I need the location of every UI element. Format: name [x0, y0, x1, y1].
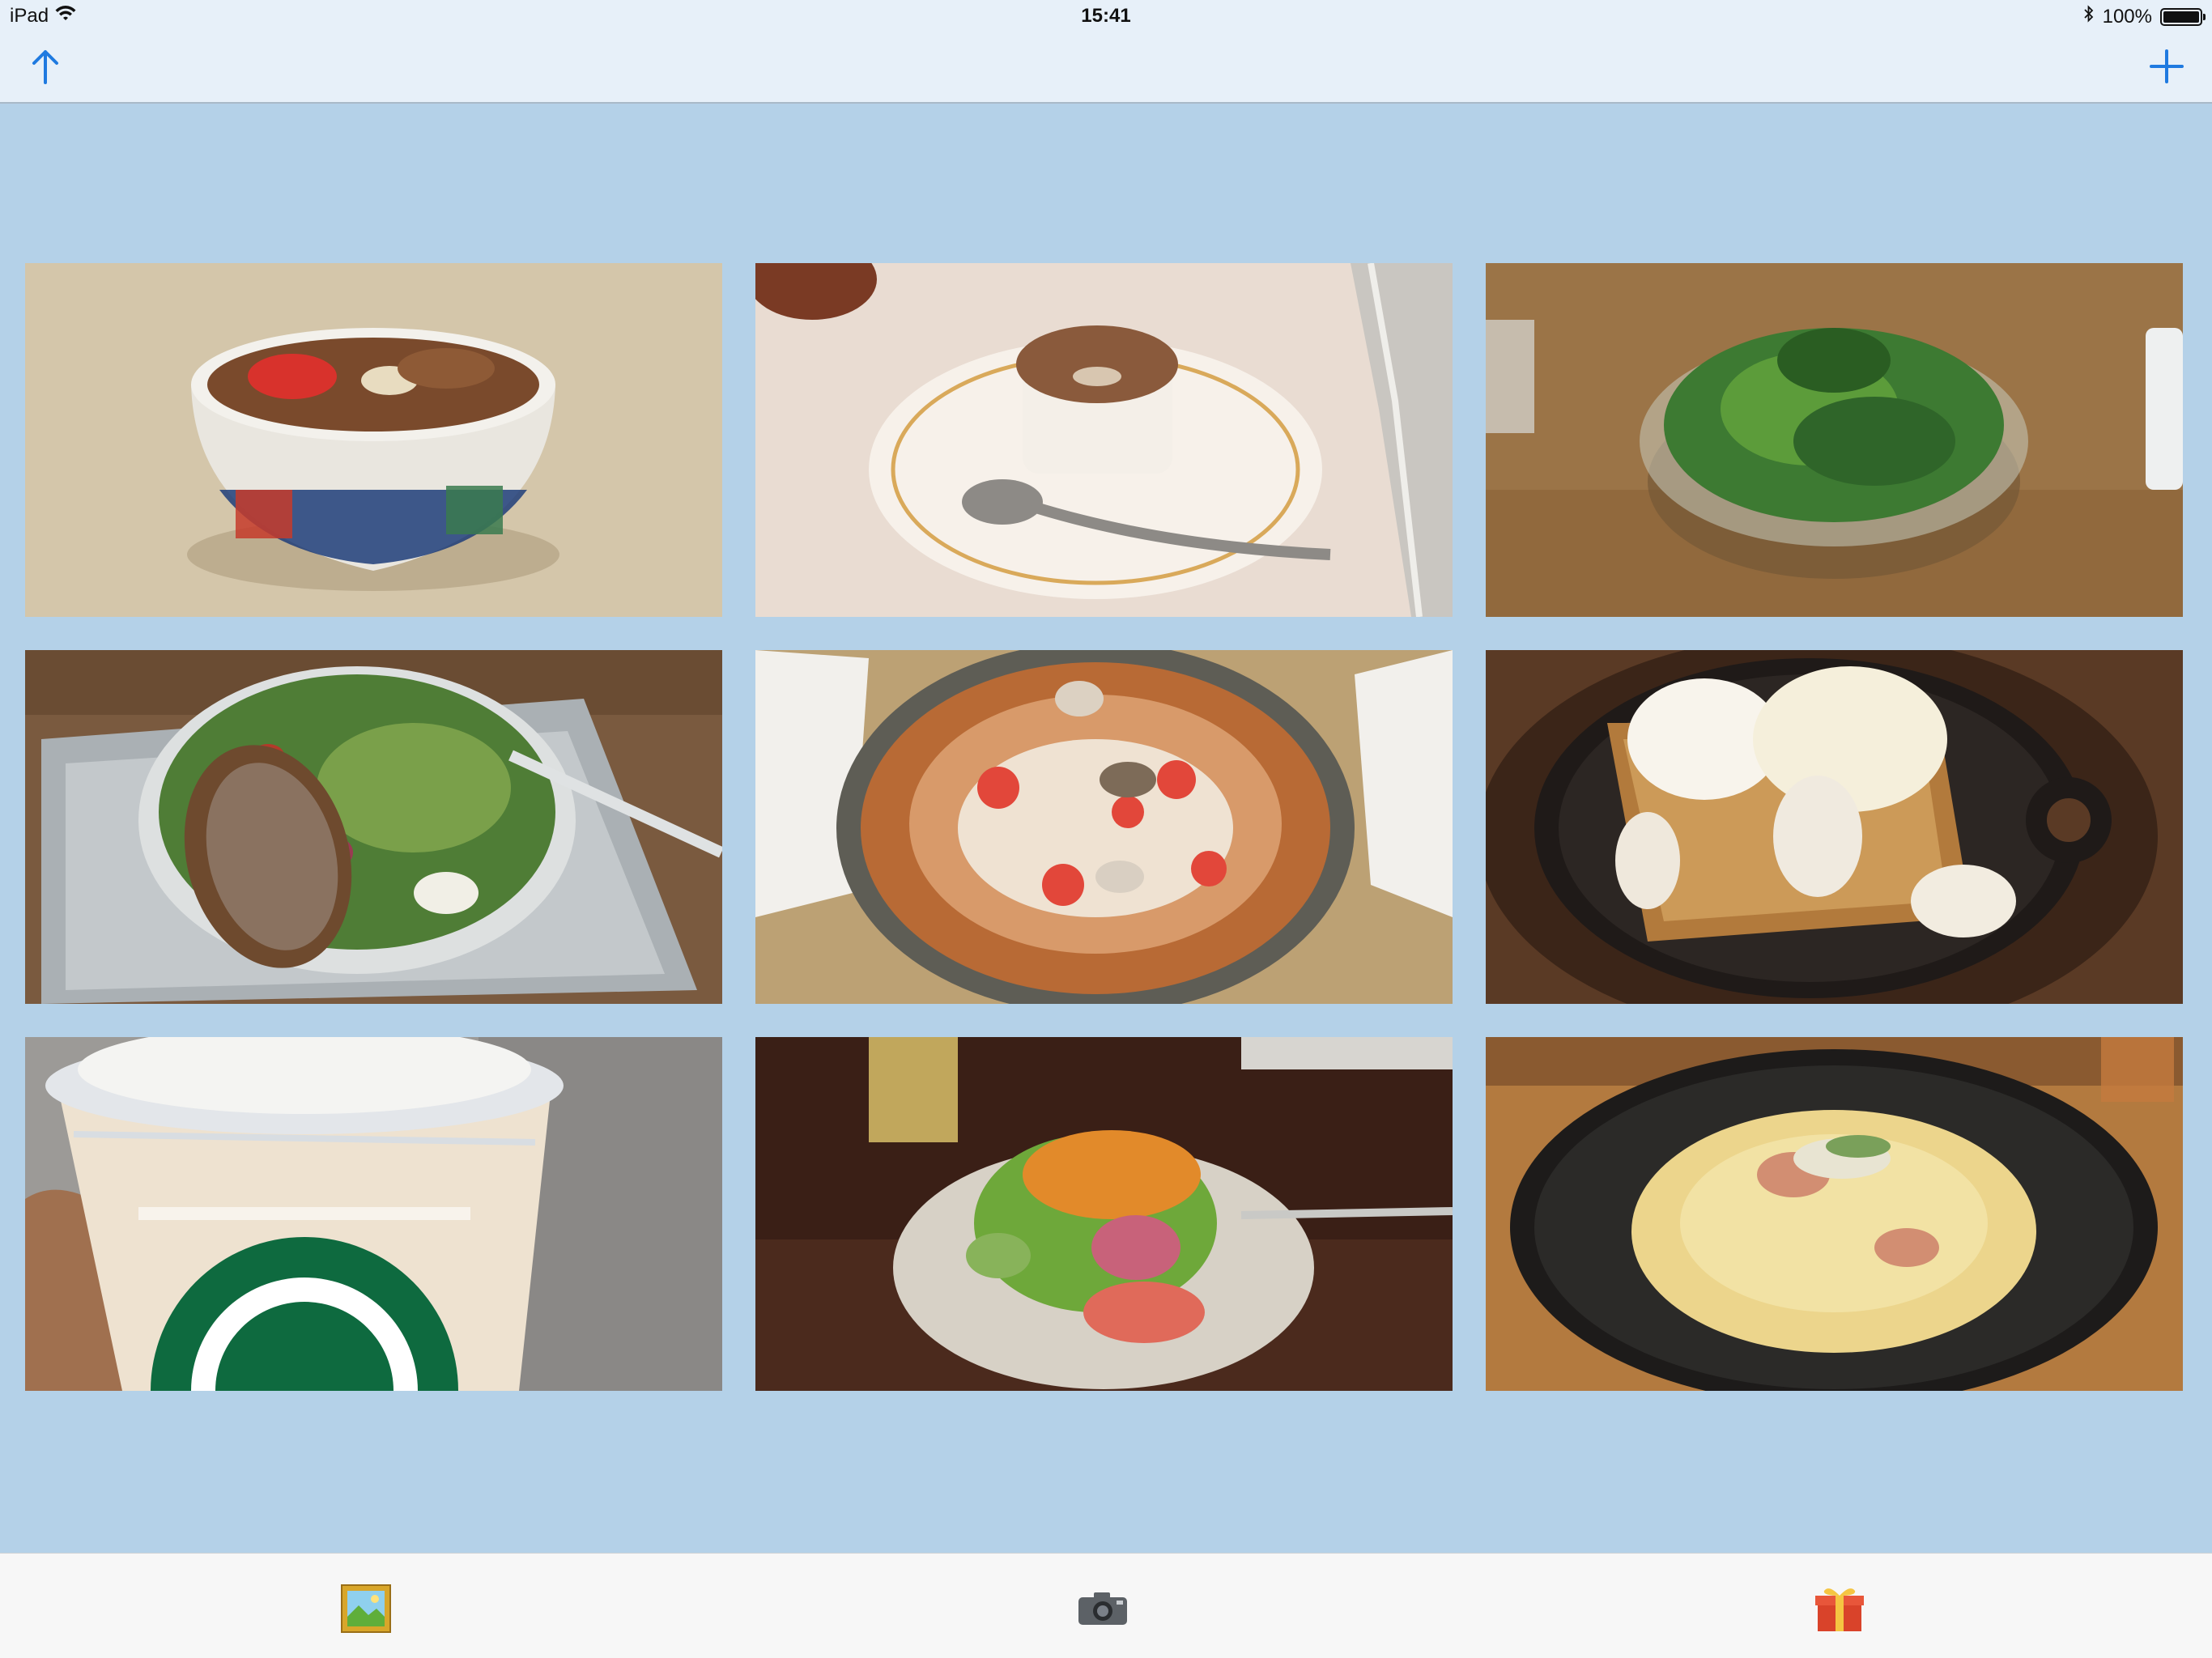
- top-bar: iPad 15:41 100%: [0, 0, 2212, 104]
- photo-frappuccino[interactable]: [25, 1037, 722, 1391]
- battery-percent: 100%: [2102, 5, 2152, 28]
- plus-icon: [2150, 49, 2184, 83]
- tab-photos[interactable]: [340, 1583, 392, 1635]
- photo-french-toast[interactable]: [1486, 650, 2183, 1004]
- souffle-dessert-icon: [755, 263, 1453, 617]
- french-toast-skillet-icon: [1486, 650, 2183, 1004]
- beef-rice-bowl-icon: [25, 263, 722, 617]
- camera-icon: [1078, 1592, 1127, 1625]
- status-time: 15:41: [1081, 5, 1131, 27]
- photo-green-salad[interactable]: [1486, 263, 2183, 617]
- photo-seafood-fideua[interactable]: [755, 650, 1453, 1004]
- gift-icon: [1815, 1588, 1864, 1631]
- photo-side-salad[interactable]: [755, 1037, 1453, 1391]
- salad-plate-icon: [755, 1037, 1453, 1391]
- battery-level: [2163, 11, 2199, 23]
- photo-souffle[interactable]: [755, 263, 1453, 617]
- up-arrow-button[interactable]: [21, 42, 70, 91]
- photo-cobb-salad-bread[interactable]: [25, 650, 722, 1004]
- battery-icon: [2160, 7, 2206, 26]
- bluetooth-icon: [2083, 5, 2095, 28]
- seafood-pan-icon: [755, 650, 1453, 1004]
- up-arrow-icon: [32, 50, 58, 84]
- add-button[interactable]: [2142, 42, 2191, 91]
- photo-grid: [25, 263, 2184, 1391]
- iced-coffee-cup-icon: [25, 1037, 722, 1391]
- salad-bowl-icon: [1486, 263, 2183, 617]
- photo-beef-bowl[interactable]: [25, 263, 722, 617]
- photo-pasta[interactable]: [1486, 1037, 2183, 1391]
- salad-with-bread-icon: [25, 650, 722, 1004]
- framed-picture-icon: [341, 1584, 391, 1633]
- tab-bar: [0, 1553, 2212, 1658]
- tab-camera[interactable]: [1077, 1583, 1129, 1635]
- tab-gift[interactable]: [1814, 1583, 1865, 1635]
- status-right: 100%: [2083, 5, 2206, 28]
- pasta-bowl-icon: [1486, 1037, 2183, 1391]
